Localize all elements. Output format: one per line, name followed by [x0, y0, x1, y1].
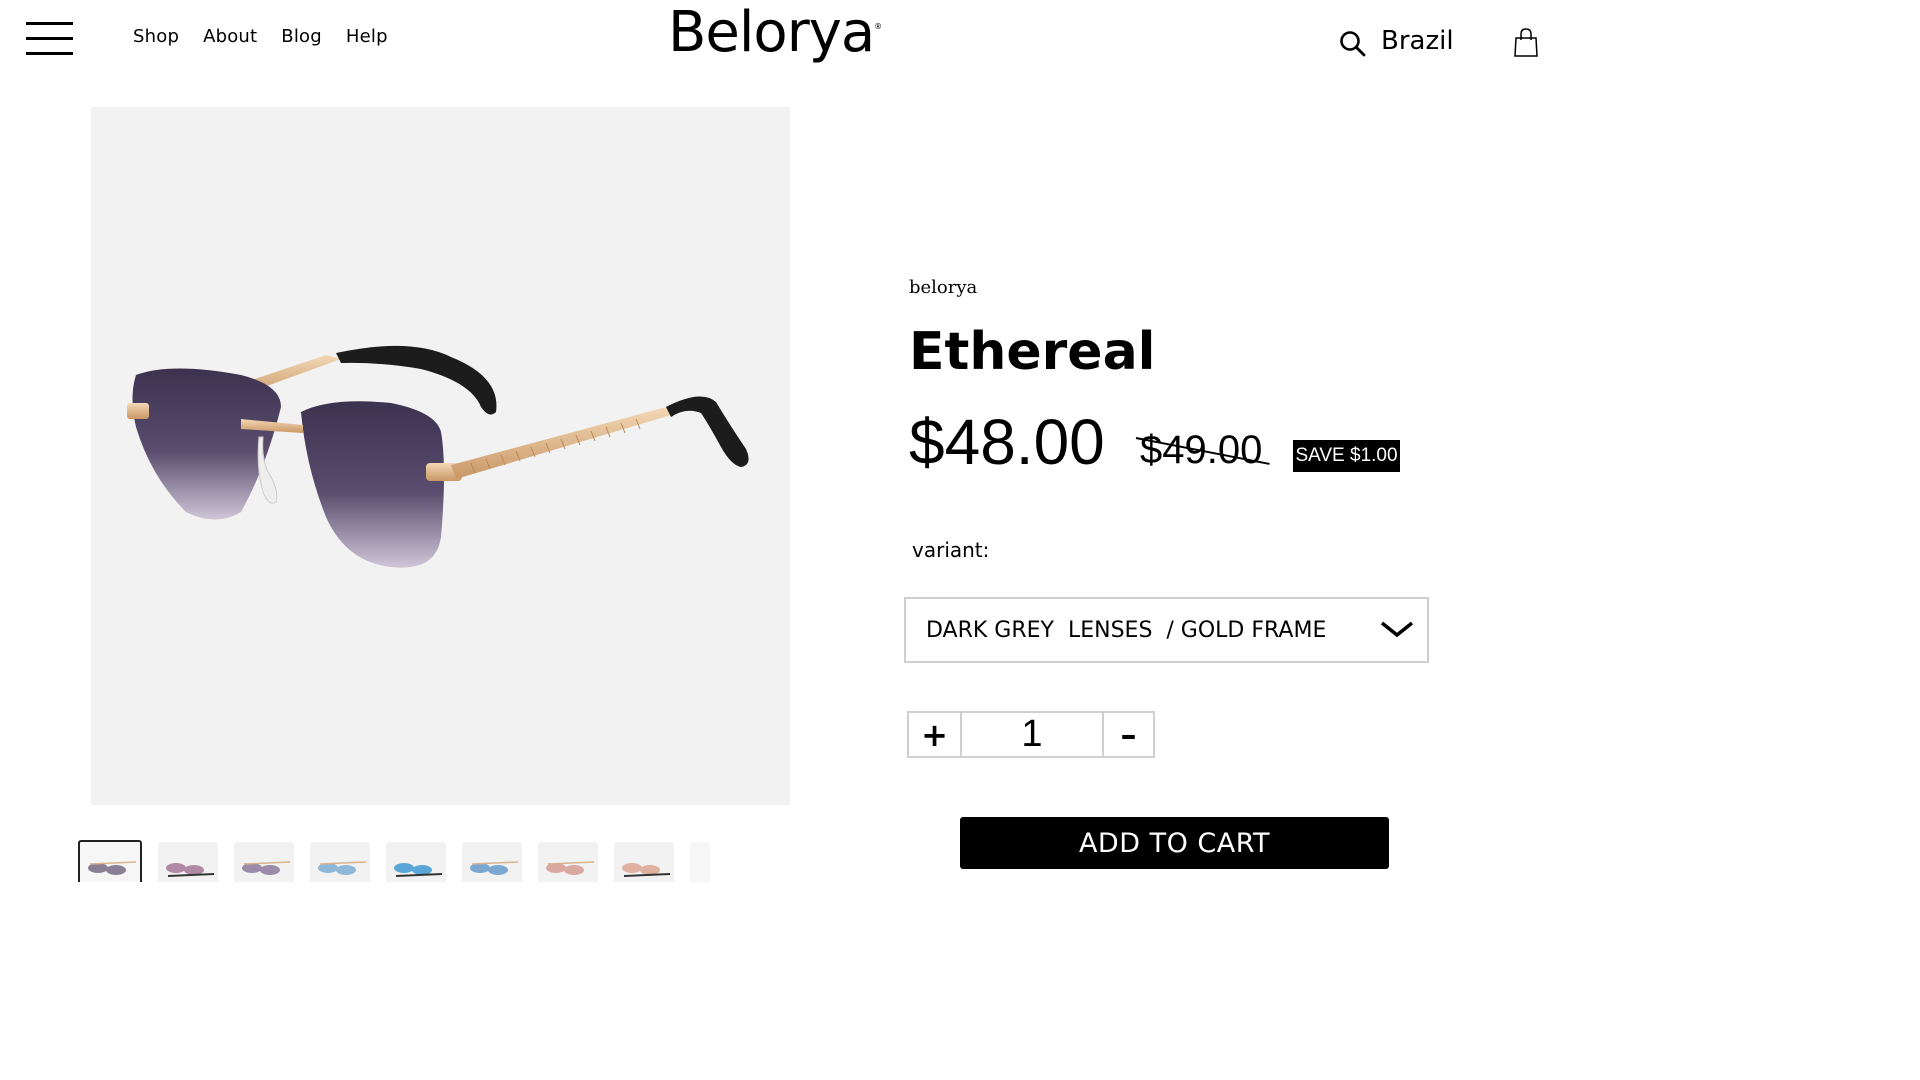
save-badge: SAVE $1.00: [1293, 440, 1400, 472]
quantity-stepper: + 1 –: [907, 711, 1155, 758]
product-title: Ethereal: [909, 322, 1156, 382]
thumbnail-7[interactable]: [538, 842, 598, 882]
product-vendor[interactable]: belorya: [909, 277, 977, 298]
quantity-input[interactable]: 1: [960, 711, 1104, 758]
nav-shop[interactable]: Shop: [133, 26, 179, 47]
logo-registered-mark: ®: [874, 22, 882, 32]
thumbnail-frame: [319, 861, 367, 865]
thumbnail-frame: [623, 873, 671, 877]
variant-selected-value: DARK GREY LENSES / GOLD FRAME: [926, 617, 1327, 643]
thumbnail-5[interactable]: [386, 842, 446, 882]
thumbnail-lens: [166, 863, 186, 873]
thumbnail-lens: [412, 865, 432, 875]
thumbnail-lens: [336, 865, 356, 875]
thumbnail-lens: [640, 865, 660, 875]
thumbnail-2[interactable]: [158, 842, 218, 882]
main-nav: Shop About Blog Help: [133, 26, 388, 47]
thumbnail-lens: [394, 863, 414, 873]
menu-icon[interactable]: [26, 22, 74, 56]
nav-help[interactable]: Help: [346, 26, 388, 47]
thumbnail-frame: [243, 861, 291, 865]
product-image[interactable]: [91, 107, 790, 805]
thumbnail-lens: [622, 863, 642, 873]
quantity-decrease-button[interactable]: –: [1102, 711, 1155, 758]
sunglasses-image: [127, 345, 749, 568]
thumbnail-lens: [260, 865, 280, 875]
thumbnail-lens: [106, 865, 126, 875]
add-to-cart-button[interactable]: ADD TO CART: [960, 817, 1389, 869]
thumbnail-1[interactable]: [78, 840, 142, 882]
thumbnail-8[interactable]: [614, 842, 674, 882]
thumbnail-strip: [78, 840, 718, 882]
thumbnail-6[interactable]: [462, 842, 522, 882]
thumbnail-4[interactable]: [310, 842, 370, 882]
thumbnail-frame: [395, 873, 443, 877]
chevron-down-icon: [1380, 621, 1414, 638]
thumbnail-9-partial[interactable]: [690, 842, 710, 882]
thumbnail-lens: [488, 865, 508, 875]
nav-blog[interactable]: Blog: [281, 26, 322, 47]
thumbnail-lens: [184, 865, 204, 875]
search-icon[interactable]: [1339, 30, 1367, 58]
variant-label: variant:: [912, 538, 990, 562]
brand-logo[interactable]: Belorya®: [668, 0, 882, 65]
thumbnail-frame: [167, 873, 215, 877]
thumbnail-frame: [89, 861, 137, 865]
thumbnail-lens: [564, 865, 584, 875]
thumbnail-3[interactable]: [234, 842, 294, 882]
variant-select[interactable]: DARK GREY LENSES / GOLD FRAME: [904, 597, 1429, 663]
logo-text: Belorya: [668, 0, 875, 65]
quantity-increase-button[interactable]: +: [907, 711, 962, 758]
country-selector[interactable]: Brazil: [1381, 26, 1454, 56]
nav-about[interactable]: About: [203, 26, 257, 47]
shopping-bag-icon[interactable]: [1514, 28, 1538, 58]
product-price: $48.00: [909, 406, 1105, 478]
thumbnail-frame: [547, 861, 595, 865]
thumbnail-frame: [471, 861, 519, 865]
